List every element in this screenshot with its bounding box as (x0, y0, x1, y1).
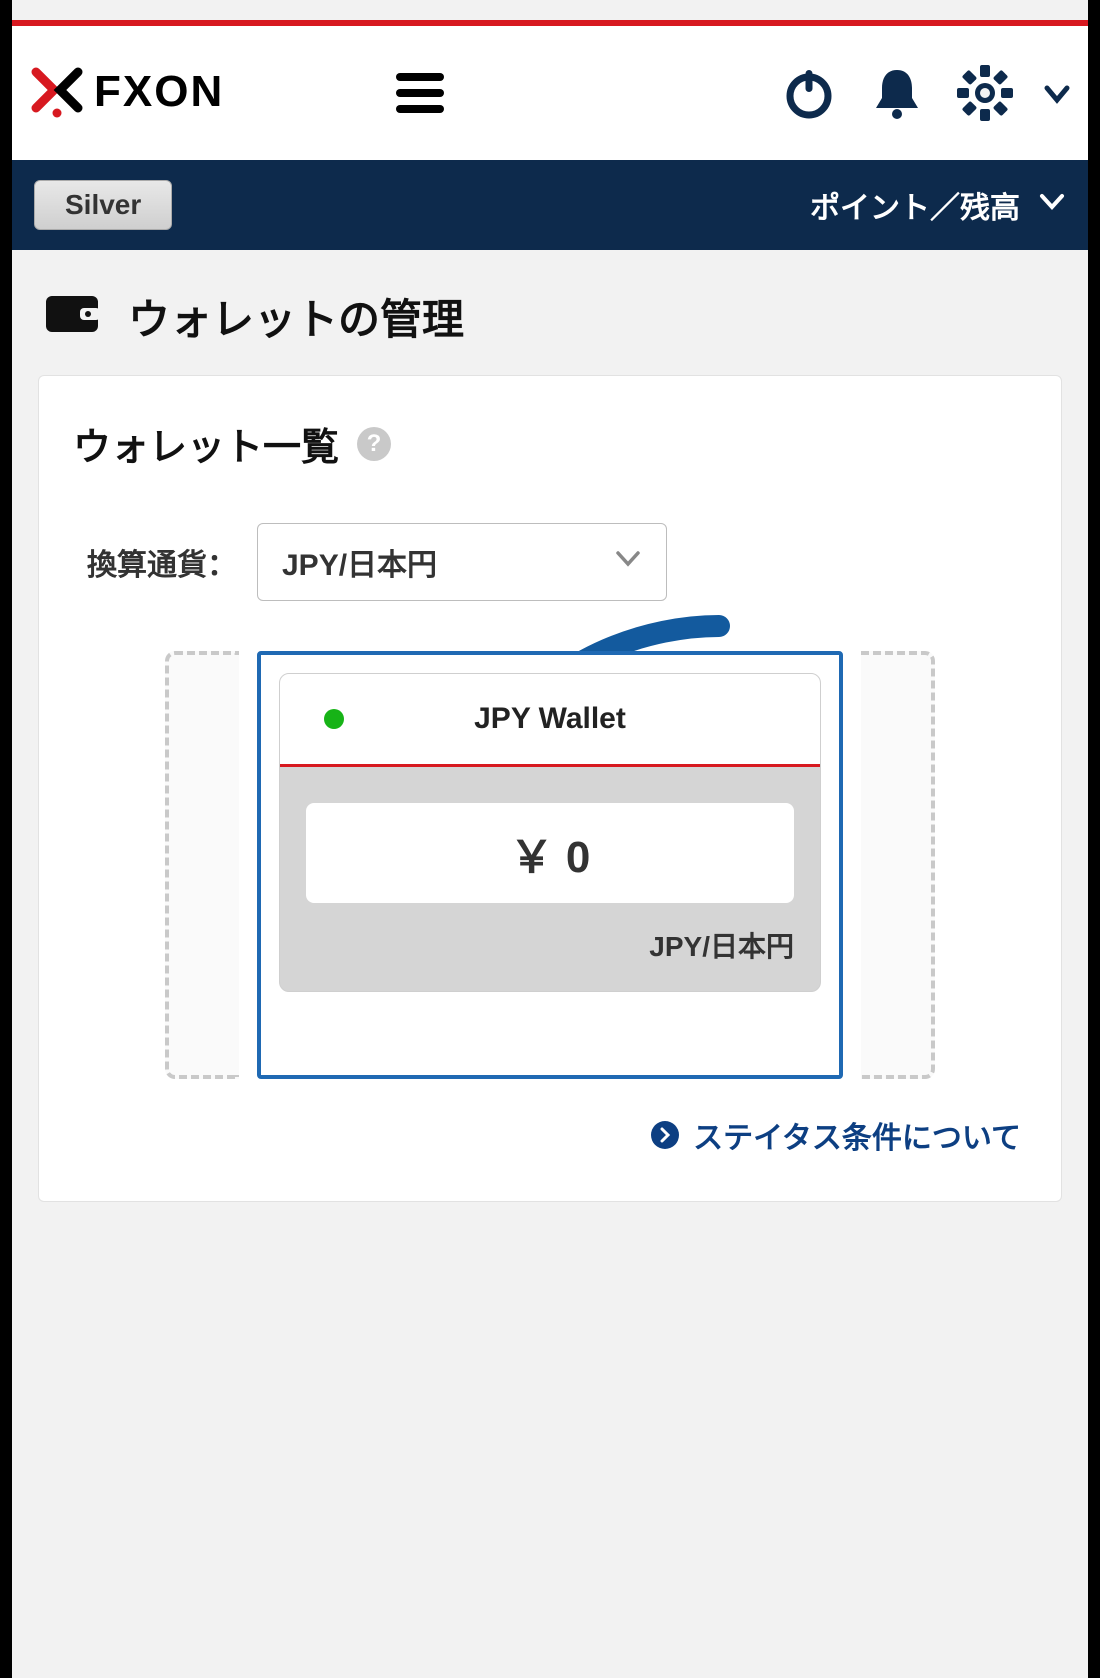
chevron-down-icon (614, 544, 642, 580)
phone-frame: FXON (0, 0, 1100, 1678)
header-chevron-down-icon[interactable] (1044, 64, 1070, 122)
status-dot-icon (324, 709, 344, 729)
wallet-icon (44, 292, 100, 341)
currency-select[interactable]: JPY/日本円 (257, 523, 667, 601)
tier-badge: Silver (34, 180, 172, 230)
balance-label: ポイント／残高 (810, 183, 1020, 227)
app-header: FXON (12, 26, 1088, 160)
wallet-amount: ￥ 0 (306, 803, 794, 903)
wallet-list-card: ウォレット一覧 ? 換算通貨： JPY/日本円 (38, 375, 1062, 1202)
wallet-carousel[interactable]: JPY Wallet ￥ 0 JPY/日本円 (73, 651, 1027, 1079)
brand-mark-icon (30, 66, 84, 120)
section-title: ウォレット一覧 (73, 416, 339, 471)
wallet-placeholder-prev[interactable] (165, 651, 239, 1079)
brand-logo[interactable]: FXON (30, 66, 354, 120)
wallet-name: JPY Wallet (474, 702, 626, 736)
gear-icon[interactable] (956, 64, 1014, 122)
currency-select-label: 換算通貨： (87, 540, 237, 584)
brand-wordmark-icon: FXON (94, 66, 354, 120)
status-bar: Silver ポイント／残高 (12, 160, 1088, 250)
wallet-card-header: JPY Wallet (280, 674, 820, 767)
chevron-down-icon (1038, 187, 1066, 223)
currency-select-value: JPY/日本円 (282, 540, 437, 584)
help-icon[interactable]: ? (357, 427, 391, 461)
status-conditions-label: ステイタス条件について (693, 1113, 1021, 1157)
menu-button[interactable] (392, 69, 448, 117)
wallet-highlight-frame: JPY Wallet ￥ 0 JPY/日本円 (257, 651, 843, 1079)
status-conditions-link[interactable]: ステイタス条件について (73, 1113, 1027, 1157)
power-icon[interactable] (780, 64, 838, 122)
bell-icon[interactable] (868, 64, 926, 122)
svg-text:FXON: FXON (94, 67, 224, 116)
wallet-card[interactable]: JPY Wallet ￥ 0 JPY/日本円 (279, 673, 821, 992)
wallet-placeholder-next[interactable] (861, 651, 935, 1079)
wallet-currency-label: JPY/日本円 (306, 925, 794, 965)
chevron-right-circle-icon (651, 1121, 679, 1149)
page-title: ウォレットの管理 (128, 286, 464, 347)
balance-toggle[interactable]: ポイント／残高 (810, 183, 1066, 227)
